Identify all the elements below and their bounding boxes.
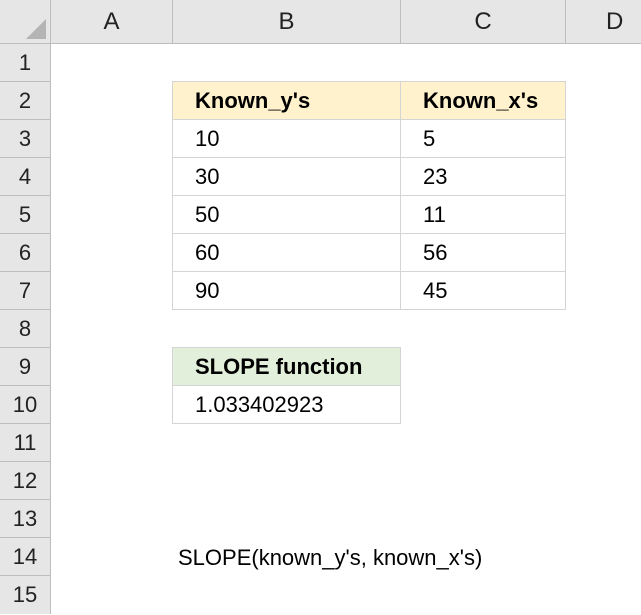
row-header-5[interactable]: 5 <box>0 196 51 234</box>
row-header-12[interactable]: 12 <box>0 462 51 500</box>
spreadsheet-grid: A B C D 1 2 3 4 5 6 7 8 9 10 11 12 13 14… <box>0 0 641 615</box>
column-header-a[interactable]: A <box>51 0 173 44</box>
cell-b6[interactable]: 60 <box>172 234 401 272</box>
row-header-9[interactable]: 9 <box>0 348 51 386</box>
column-header-d[interactable]: D <box>566 0 641 44</box>
row-header-15[interactable]: 15 <box>0 576 51 614</box>
row-header-10[interactable]: 10 <box>0 386 51 424</box>
cell-b2[interactable]: Known_y's <box>172 81 401 120</box>
row-header-6[interactable]: 6 <box>0 234 51 272</box>
row-header-2[interactable]: 2 <box>0 82 51 120</box>
row-header-7[interactable]: 7 <box>0 272 51 310</box>
row-header-13[interactable]: 13 <box>0 500 51 538</box>
row-header-11[interactable]: 11 <box>0 424 51 462</box>
cell-c7[interactable]: 45 <box>401 272 566 310</box>
cell-c6[interactable]: 56 <box>401 234 566 272</box>
row-header-3[interactable]: 3 <box>0 120 51 158</box>
cell-b10[interactable]: 1.033402923 <box>172 386 401 424</box>
cell-c2[interactable]: Known_x's <box>401 81 566 120</box>
cell-b14-formula-note[interactable]: SLOPE(known_y's, known_x's) <box>178 539 482 577</box>
cell-c4[interactable]: 23 <box>401 158 566 196</box>
row-header-14[interactable]: 14 <box>0 538 51 576</box>
select-all-icon <box>26 19 46 39</box>
cell-b3[interactable]: 10 <box>172 120 401 158</box>
cell-b7[interactable]: 90 <box>172 272 401 310</box>
cell-c3[interactable]: 5 <box>401 120 566 158</box>
row-header-8[interactable]: 8 <box>0 310 51 348</box>
row-header-1[interactable]: 1 <box>0 44 51 82</box>
row-header-4[interactable]: 4 <box>0 158 51 196</box>
select-all-corner[interactable] <box>0 0 51 44</box>
cell-b5[interactable]: 50 <box>172 196 401 234</box>
column-header-c[interactable]: C <box>401 0 566 44</box>
cell-b4[interactable]: 30 <box>172 158 401 196</box>
cell-c5[interactable]: 11 <box>401 196 566 234</box>
cell-b9[interactable]: SLOPE function <box>172 347 401 386</box>
column-header-b[interactable]: B <box>173 0 401 44</box>
